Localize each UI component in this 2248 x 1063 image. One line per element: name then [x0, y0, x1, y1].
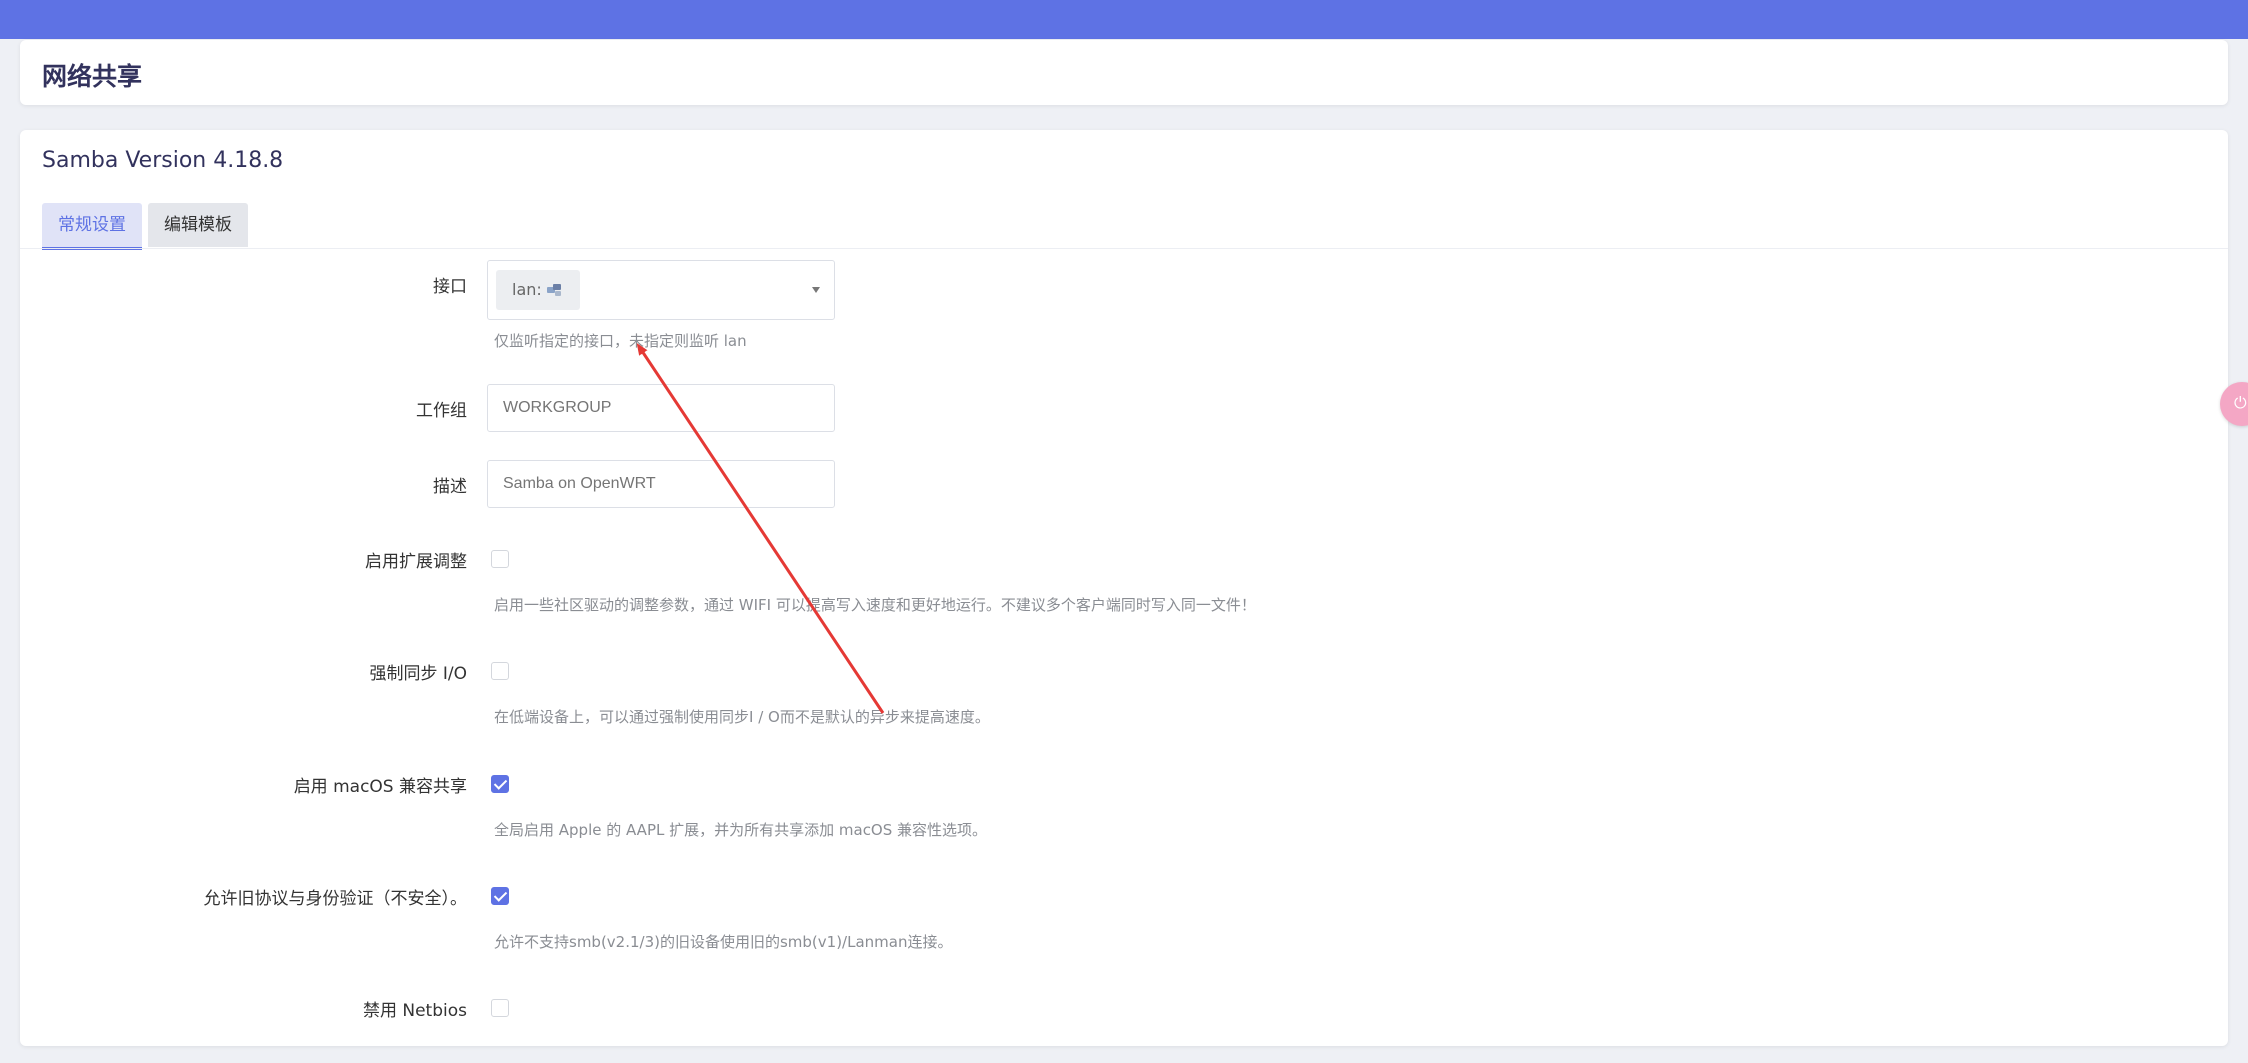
plug-icon: ⏻: [2234, 393, 2247, 412]
legacy-protocol-label: 允许旧协议与身份验证（不安全）。: [203, 889, 468, 909]
extended-tuning-checkbox[interactable]: [491, 550, 509, 568]
tab-edit-template[interactable]: 编辑模板: [148, 203, 248, 247]
top-bar: [0, 0, 2248, 39]
chevron-down-icon[interactable]: [812, 287, 820, 293]
interface-chip-label: lan:: [512, 280, 542, 299]
force-sync-io-checkbox[interactable]: [491, 662, 509, 680]
disable-netbios-label: 禁用 Netbios: [362, 1001, 467, 1021]
page-title: 网络共享: [42, 62, 143, 91]
tab-general-settings[interactable]: 常规设置: [42, 203, 142, 250]
force-sync-io-hint: 在低端设备上，可以通过强制使用同步I / O而不是默认的异步来提高速度。: [494, 708, 990, 726]
title-panel: 网络共享: [20, 40, 2228, 105]
description-input[interactable]: [487, 460, 835, 508]
legacy-protocol-hint: 允许不支持smb(v2.1/3)的旧设备使用旧的smb(v1)/Lanman连接…: [494, 933, 953, 951]
extended-tuning-label: 启用扩展调整: [365, 552, 467, 572]
description-label: 描述: [433, 477, 467, 497]
tab-bar: 常规设置 编辑模板: [42, 203, 248, 250]
interface-hint: 仅监听指定的接口，未指定则监听 lan: [494, 332, 747, 350]
interface-chip[interactable]: lan:: [496, 270, 580, 310]
extended-tuning-hint: 启用一些社区驱动的调整参数，通过 WIFI 可以提高写入速度和更好地运行。不建议…: [494, 596, 1256, 614]
macos-compat-checkbox[interactable]: [491, 775, 509, 793]
interface-select[interactable]: lan:: [487, 260, 835, 320]
disable-netbios-checkbox[interactable]: [491, 999, 509, 1017]
settings-panel: Samba Version 4.18.8 常规设置 编辑模板 接口 lan: 仅…: [20, 130, 2228, 1046]
network-devices-icon: [546, 284, 561, 296]
interface-label: 接口: [433, 277, 467, 297]
workgroup-input[interactable]: [487, 384, 835, 432]
version-title: Samba Version 4.18.8: [42, 148, 284, 173]
macos-compat-label: 启用 macOS 兼容共享: [293, 777, 467, 797]
tab-divider: [20, 248, 2228, 249]
legacy-protocol-checkbox[interactable]: [491, 887, 509, 905]
force-sync-io-label: 强制同步 I/O: [369, 664, 467, 684]
workgroup-label: 工作组: [416, 401, 467, 421]
macos-compat-hint: 全局启用 Apple 的 AAPL 扩展，并为所有共享添加 macOS 兼容性选…: [494, 821, 988, 839]
